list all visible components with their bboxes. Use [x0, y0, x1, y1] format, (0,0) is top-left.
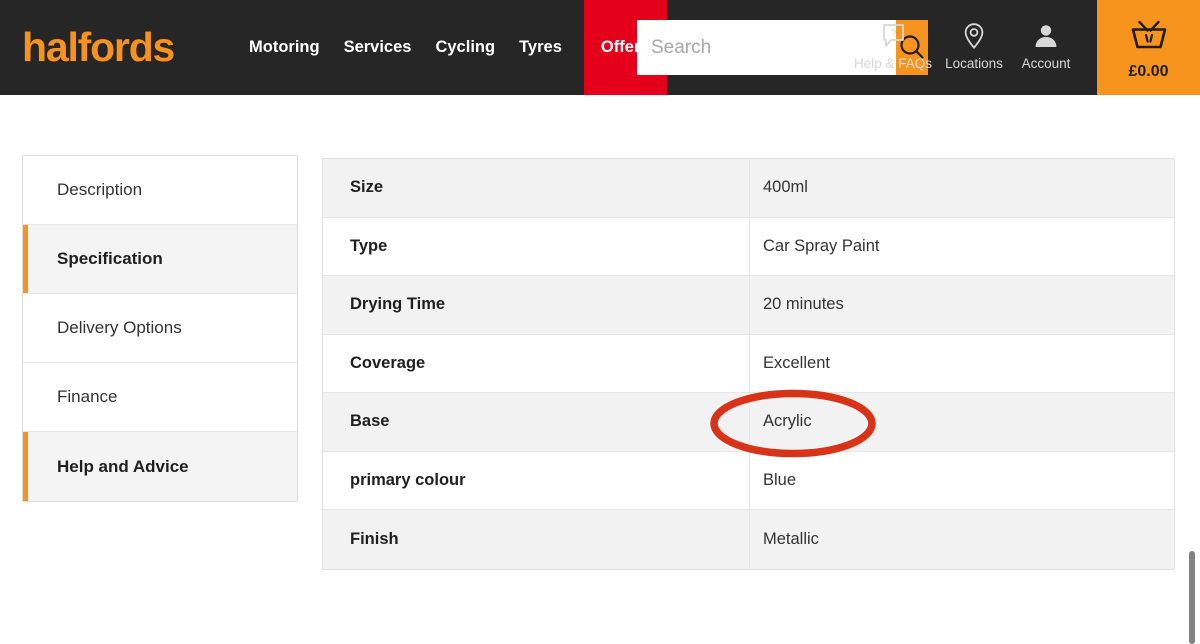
- table-row: Base Acrylic: [323, 393, 1174, 452]
- spec-value: Car Spray Paint: [763, 236, 880, 255]
- basket-amount: £0.00: [1128, 63, 1169, 80]
- nav-item-cycling[interactable]: Cycling: [423, 0, 507, 95]
- spec-key: Base: [323, 393, 750, 451]
- spec-value: Blue: [763, 470, 797, 489]
- search-bar: [637, 20, 928, 75]
- help-faqs-label: Help & FAQs: [854, 56, 933, 71]
- sidebar-item-description[interactable]: Description: [23, 156, 297, 225]
- sidebar-item-label: Finance: [57, 387, 118, 406]
- sidebar-item-label: Specification: [57, 249, 163, 268]
- main-navigation: Motoring Services Cycling Tyres Offers: [237, 0, 667, 95]
- location-pin-icon: [962, 18, 986, 54]
- sidebar-item-delivery-options[interactable]: Delivery Options: [23, 294, 297, 363]
- table-row: Coverage Excellent: [323, 334, 1174, 393]
- spec-key: Size: [323, 159, 750, 217]
- halfords-logo[interactable]: halfords: [0, 0, 237, 95]
- account-label: Account: [1021, 56, 1071, 71]
- nav-item-motoring[interactable]: Motoring: [237, 0, 332, 95]
- spec-value: 400ml: [763, 178, 808, 197]
- spec-key: Type: [323, 217, 750, 275]
- site-header: halfords Motoring Services Cycling Tyres…: [0, 0, 1200, 95]
- sidebar-item-help-and-advice[interactable]: Help and Advice: [23, 432, 297, 501]
- specification-table: Size 400ml Type Car Spray Paint Drying T…: [322, 158, 1175, 570]
- table-row: Type Car Spray Paint: [323, 217, 1174, 276]
- page-scrollbar-track[interactable]: [1186, 95, 1200, 644]
- basket-icon: [1127, 14, 1171, 59]
- header-utilities: ? Help & FAQs Locations Account: [848, 18, 1082, 71]
- account-link[interactable]: Account: [1010, 18, 1082, 71]
- person-account-icon: [1032, 18, 1060, 54]
- nav-item-tyres[interactable]: Tyres: [507, 0, 574, 95]
- help-question-bubble-icon: ?: [881, 18, 906, 54]
- table-row: Finish Metallic: [323, 510, 1174, 569]
- svg-text:?: ?: [890, 28, 896, 40]
- table-row: primary colour Blue: [323, 451, 1174, 510]
- sidebar-item-label: Description: [57, 180, 143, 199]
- sidebar-item-specification[interactable]: Specification: [23, 225, 297, 294]
- logo-text: halfords: [22, 24, 175, 70]
- spec-value: Metallic: [763, 529, 819, 548]
- spec-key: Drying Time: [323, 276, 750, 334]
- locations-link[interactable]: Locations: [938, 18, 1010, 71]
- sidebar-item-finance[interactable]: Finance: [23, 363, 297, 432]
- sidebar-item-label: Help and Advice: [57, 456, 189, 476]
- sidebar-item-label: Delivery Options: [57, 318, 182, 337]
- locations-label: Locations: [945, 56, 1003, 71]
- spec-value: Acrylic: [763, 412, 812, 431]
- spec-value: Excellent: [763, 353, 830, 372]
- spec-key: Coverage: [323, 334, 750, 392]
- help-faqs-link[interactable]: ? Help & FAQs: [848, 18, 938, 71]
- table-row: Drying Time 20 minutes: [323, 276, 1174, 335]
- basket-button[interactable]: £0.00: [1097, 0, 1200, 95]
- spec-key: primary colour: [323, 451, 750, 509]
- nav-item-services[interactable]: Services: [332, 0, 424, 95]
- table-row: Size 400ml: [323, 159, 1174, 218]
- product-tabs-sidebar: Description Specification Delivery Optio…: [22, 155, 298, 502]
- spec-value: 20 minutes: [763, 295, 844, 314]
- spec-key: Finish: [323, 510, 750, 569]
- page-scrollbar-thumb[interactable]: [1189, 551, 1195, 644]
